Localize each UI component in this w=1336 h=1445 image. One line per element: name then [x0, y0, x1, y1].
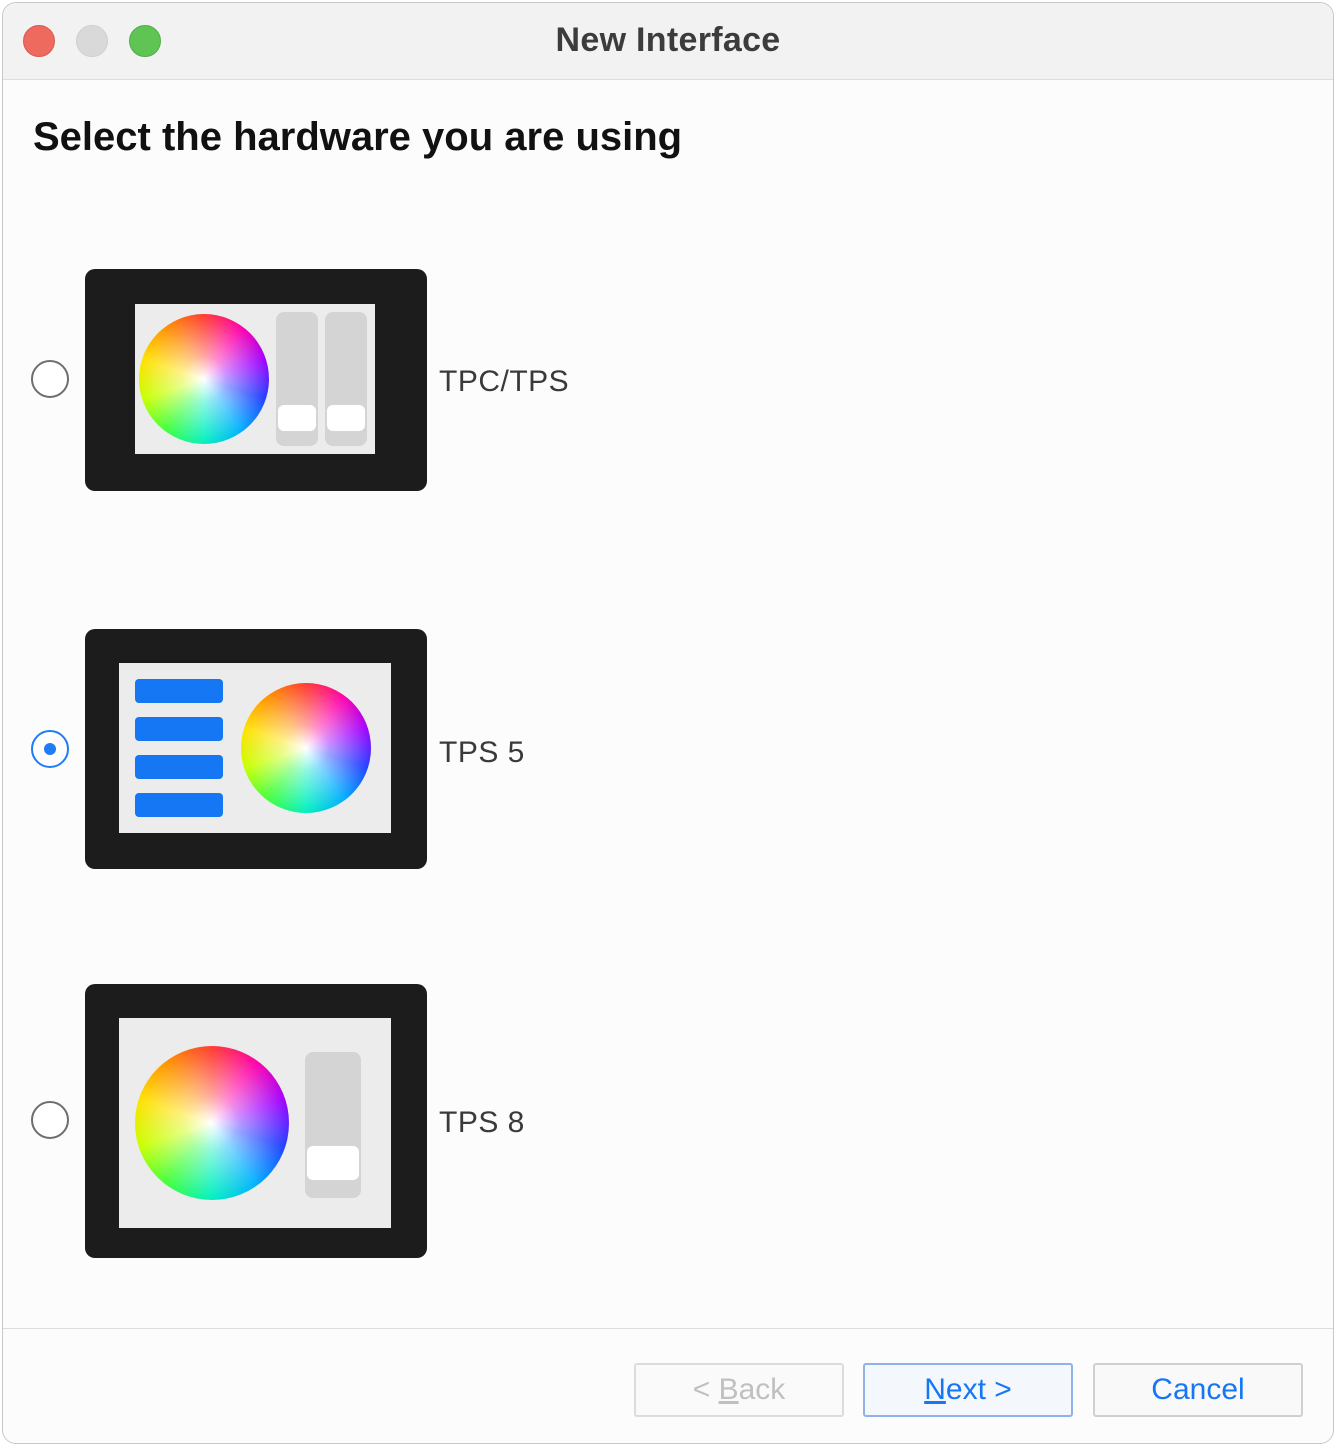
tps8-device-icon	[85, 984, 427, 1258]
slider-knob-icon	[327, 405, 365, 431]
new-interface-window: New Interface Select the hardware you ar…	[2, 2, 1334, 1444]
device-screen	[135, 304, 375, 454]
footer-divider	[3, 1328, 1333, 1329]
tps5-device-icon	[85, 629, 427, 869]
back-button[interactable]: < Back	[634, 1363, 844, 1417]
next-button-rest: ext >	[945, 1373, 1012, 1406]
back-button-mnemonic: B	[718, 1373, 739, 1406]
slider-knob-icon	[307, 1146, 359, 1180]
list-bar-icon	[135, 679, 223, 703]
radio-tps5[interactable]	[31, 730, 69, 768]
color-wheel-icon	[139, 314, 269, 444]
radio-tps8[interactable]	[31, 1101, 69, 1139]
list-bar-icon	[135, 793, 223, 817]
list-bar-icon	[135, 755, 223, 779]
slider-icon	[305, 1052, 361, 1198]
slider-icon	[276, 312, 318, 446]
tpc-tps-device-icon	[85, 269, 427, 491]
device-screen	[119, 663, 391, 833]
option-label-tpc-tps[interactable]: TPC/TPS	[439, 365, 569, 399]
slider-knob-icon	[278, 405, 316, 431]
next-button-mnemonic: N	[924, 1373, 946, 1406]
cancel-button[interactable]: Cancel	[1093, 1363, 1303, 1417]
page-heading: Select the hardware you are using	[33, 115, 683, 159]
option-label-tps8[interactable]: TPS 8	[439, 1106, 525, 1140]
next-button[interactable]: Next >	[863, 1363, 1073, 1417]
radio-tpc-tps[interactable]	[31, 360, 69, 398]
back-button-rest: ack	[738, 1373, 786, 1406]
title-bar: New Interface	[3, 3, 1333, 80]
color-wheel-icon	[135, 1046, 289, 1200]
back-button-prefix: <	[692, 1373, 719, 1406]
option-label-tps5[interactable]: TPS 5	[439, 736, 525, 770]
list-bar-icon	[135, 717, 223, 741]
color-wheel-icon	[241, 683, 371, 813]
radio-selected-dot	[44, 743, 56, 755]
device-screen	[119, 1018, 391, 1228]
slider-icon	[325, 312, 367, 446]
window-title: New Interface	[555, 21, 781, 59]
